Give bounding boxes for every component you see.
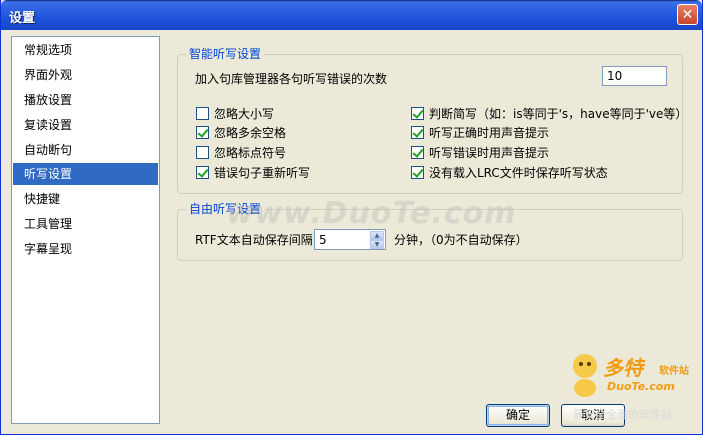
ignore-punctuation-checkbox[interactable]: [196, 145, 209, 159]
settings-category-list: 常规选项 界面外观 播放设置 复读设置 自动断句 听写设置 快捷键 工具管理 字…: [11, 36, 160, 424]
error-count-label: 加入句库管理器各句听写错误的次数: [195, 72, 388, 86]
sidebar-item-subtitles[interactable]: 字幕呈现: [13, 238, 158, 260]
correct-sound-option[interactable]: 听写正确时用声音提示: [411, 124, 549, 140]
ignore-spaces-checkbox[interactable]: [196, 125, 209, 139]
settings-dialog: 设置 ✕ 常规选项 界面外观 播放设置 复读设置 自动断句 听写设置 快捷键 工…: [0, 0, 703, 435]
ignore-punctuation-option[interactable]: 忽略标点符号: [196, 144, 286, 160]
wrong-sound-checkbox[interactable]: [411, 145, 424, 159]
autosave-interval-value: 5: [319, 233, 327, 247]
redo-wrong-checkbox[interactable]: [196, 165, 209, 179]
logo-sub-text: 软件站: [659, 366, 689, 377]
redo-wrong-label: 错误句子重新听写: [214, 165, 311, 180]
smart-dictation-group-title: 智能听写设置: [186, 47, 265, 62]
error-count-input[interactable]: 10: [602, 66, 667, 86]
close-icon: ✕: [681, 6, 694, 23]
autosave-interval-spinner[interactable]: 5 ▲ ▼: [314, 229, 386, 250]
wrong-sound-label: 听写错误时用声音提示: [429, 145, 550, 160]
ignore-case-checkbox[interactable]: [196, 106, 209, 120]
redo-wrong-option[interactable]: 错误句子重新听写: [196, 164, 310, 180]
close-button[interactable]: ✕: [677, 4, 698, 25]
logo-en-text: DuoTe.com: [607, 380, 675, 393]
wrong-sound-option[interactable]: 听写错误时用声音提示: [411, 144, 549, 160]
abbreviation-checkbox[interactable]: [411, 106, 424, 120]
correct-sound-label: 听写正确时用声音提示: [429, 125, 550, 140]
ignore-punctuation-label: 忽略标点符号: [214, 145, 287, 160]
title-bar[interactable]: 设置 ✕: [1, 0, 702, 30]
duote-logo: 多特 软件站 DuoTe.com 最安全全面的软件站: [567, 350, 699, 421]
sidebar-item-auto-split[interactable]: 自动断句: [13, 139, 158, 161]
ok-button[interactable]: 确定: [486, 404, 550, 427]
ignore-case-label: 忽略大小写: [214, 106, 275, 121]
logo-cn-text: 多特: [603, 356, 643, 380]
sidebar-item-dictation[interactable]: 听写设置: [13, 163, 158, 185]
sidebar-item-hotkeys[interactable]: 快捷键: [13, 188, 158, 210]
spin-up-arrow-icon[interactable]: ▲: [370, 231, 384, 240]
save-state-option[interactable]: 没有载入LRC文件时保存听写状态: [411, 164, 608, 180]
sidebar-item-playback[interactable]: 播放设置: [13, 89, 158, 111]
autosave-interval-suffix: 分钟，（0为不自动保存）: [394, 233, 528, 247]
watermark: www.DuoTe.com: [226, 196, 517, 231]
abbreviation-label: 判断简写（如：is等同于's，have等同于've等）: [429, 106, 688, 121]
error-count-value: 10: [607, 69, 623, 83]
sidebar-item-appearance[interactable]: 界面外观: [13, 64, 158, 86]
mascot-icon: [573, 354, 597, 397]
correct-sound-checkbox[interactable]: [411, 125, 424, 139]
ignore-spaces-label: 忽略多余空格: [214, 125, 287, 140]
ignore-case-option[interactable]: 忽略大小写: [196, 105, 274, 121]
autosave-interval-label: RTF文本自动保存间隔: [195, 233, 313, 247]
spin-down-arrow-icon[interactable]: ▼: [370, 240, 384, 249]
logo-slogan-text: 最安全全面的软件站: [573, 408, 672, 421]
abbreviation-option[interactable]: 判断简写（如：is等同于's，have等同于've等）: [411, 105, 687, 121]
ignore-spaces-option[interactable]: 忽略多余空格: [196, 124, 286, 140]
save-state-label: 没有载入LRC文件时保存听写状态: [429, 165, 608, 180]
sidebar-item-repeat[interactable]: 复读设置: [13, 114, 158, 136]
save-state-checkbox[interactable]: [411, 165, 424, 179]
sidebar-item-tools[interactable]: 工具管理: [13, 213, 158, 235]
sidebar-item-general[interactable]: 常规选项: [13, 39, 158, 61]
window-title: 设置: [9, 11, 36, 26]
